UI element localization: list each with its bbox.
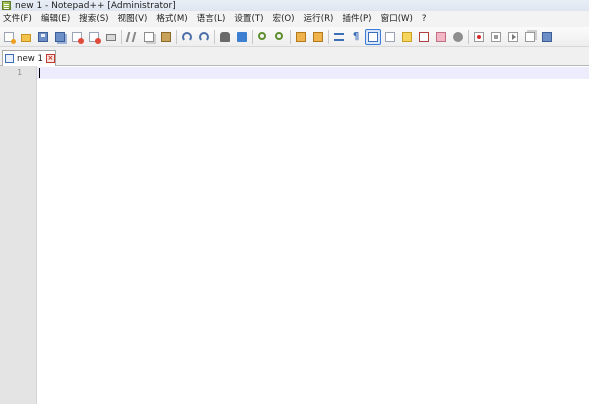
- zoom-in-button[interactable]: [256, 30, 270, 44]
- window-title: new 1 - Notepad++ [Administrator]: [15, 0, 176, 11]
- stop-record-icon: [491, 31, 501, 42]
- open-file-icon: [21, 33, 31, 42]
- word-wrap-button[interactable]: [332, 30, 346, 44]
- record-macro-icon: [474, 31, 484, 42]
- run-macro-multiple-icon: [525, 31, 535, 42]
- paste-button[interactable]: [159, 30, 173, 44]
- close-icon: [72, 31, 84, 44]
- function-list-button[interactable]: [417, 30, 431, 44]
- indent-guide-button[interactable]: [365, 28, 381, 45]
- doc-map-button[interactable]: [400, 30, 414, 44]
- current-line-highlight: [37, 67, 589, 79]
- line-number-gutter: 1: [0, 66, 37, 404]
- user-lang-button[interactable]: [383, 30, 397, 44]
- redo-icon: [199, 31, 209, 42]
- toolbar-separator: [176, 29, 177, 44]
- sync-horizontal-button[interactable]: [311, 30, 325, 44]
- text-caret: [39, 68, 40, 78]
- new-file-button[interactable]: [2, 30, 16, 44]
- redo-button[interactable]: [197, 30, 211, 44]
- close-all-icon: [89, 31, 101, 44]
- toolbar-separator: [214, 29, 215, 44]
- stop-record-button[interactable]: [489, 30, 503, 44]
- toolbar-separator: [121, 29, 122, 44]
- close-all-button[interactable]: [87, 30, 101, 44]
- menu-run[interactable]: 运行(R): [300, 11, 338, 27]
- menu-edit[interactable]: 编辑(E): [37, 11, 74, 27]
- sync-horizontal-icon: [313, 31, 323, 42]
- new-file-icon: [4, 31, 16, 44]
- menu-macro[interactable]: 宏(O): [268, 11, 298, 27]
- record-macro-button[interactable]: [472, 30, 486, 44]
- tab-label: new 1: [17, 53, 43, 64]
- editor-area[interactable]: 1: [0, 66, 589, 404]
- run-macro-multiple-button[interactable]: [523, 30, 537, 44]
- open-file-button[interactable]: [19, 30, 33, 44]
- menu-window[interactable]: 窗口(W): [377, 11, 417, 27]
- folder-workspace-icon: [436, 31, 446, 42]
- folder-workspace-button[interactable]: [434, 30, 448, 44]
- menu-plugins[interactable]: 插件(P): [338, 11, 375, 27]
- indent-guide-icon: [368, 31, 378, 42]
- save-button[interactable]: [36, 30, 50, 44]
- title-bar: new 1 - Notepad++ [Administrator]: [0, 0, 589, 11]
- undo-icon: [182, 31, 192, 42]
- doc-map-icon: [402, 31, 412, 42]
- sync-vertical-icon: [296, 31, 306, 42]
- cut-icon: [125, 31, 137, 42]
- tab-new-1[interactable]: new 1 ×: [2, 50, 56, 66]
- tab-bar: new 1 ×: [0, 47, 589, 66]
- show-all-chars-icon: ¶: [352, 30, 360, 42]
- toolbar-separator: [468, 29, 469, 44]
- cut-button[interactable]: [125, 30, 139, 44]
- toolbar-separator: [328, 29, 329, 44]
- replace-icon: [237, 31, 247, 42]
- menu-search[interactable]: 搜索(S): [75, 11, 112, 27]
- line-number: 1: [17, 68, 22, 77]
- tab-close-icon[interactable]: ×: [45, 54, 55, 63]
- copy-icon: [144, 31, 154, 42]
- close-button[interactable]: [70, 30, 84, 44]
- save-all-icon: [55, 31, 65, 42]
- zoom-in-icon: [258, 31, 266, 40]
- zoom-out-button[interactable]: [273, 30, 287, 44]
- undo-button[interactable]: [180, 30, 194, 44]
- toolbar: ¶: [0, 27, 589, 47]
- replace-button[interactable]: [235, 30, 249, 44]
- paste-icon: [161, 31, 171, 42]
- find-icon: [220, 31, 230, 42]
- save-macro-icon: [542, 31, 552, 42]
- menu-view[interactable]: 视图(V): [114, 11, 152, 27]
- notepad-plus-plus-icon: [2, 1, 11, 10]
- word-wrap-icon: [334, 32, 344, 41]
- menu-file[interactable]: 文件(F): [0, 11, 36, 27]
- toolbar-separator: [252, 29, 253, 44]
- show-all-chars-button[interactable]: ¶: [349, 30, 363, 44]
- monitor-button[interactable]: [451, 30, 465, 44]
- play-macro-button[interactable]: [506, 30, 520, 44]
- menu-format[interactable]: 格式(M): [152, 11, 191, 27]
- user-lang-icon: [385, 31, 395, 42]
- file-icon: [5, 54, 14, 63]
- sync-vertical-button[interactable]: [294, 30, 308, 44]
- menu-bar: 文件(F) 编辑(E) 搜索(S) 视图(V) 格式(M) 语言(L) 设置(T…: [0, 11, 589, 27]
- print-icon: [106, 33, 116, 41]
- find-button[interactable]: [218, 30, 232, 44]
- play-macro-icon: [508, 31, 518, 42]
- menu-settings[interactable]: 设置(T): [230, 11, 267, 27]
- copy-button[interactable]: [142, 30, 156, 44]
- print-button[interactable]: [104, 30, 118, 44]
- monitor-icon: [453, 31, 463, 42]
- menu-help[interactable]: ?: [418, 11, 431, 27]
- toolbar-separator: [290, 29, 291, 44]
- save-macro-button[interactable]: [540, 30, 554, 44]
- function-list-icon: [419, 31, 429, 42]
- zoom-out-icon: [275, 31, 283, 40]
- menu-language[interactable]: 语言(L): [193, 11, 230, 27]
- save-icon: [38, 31, 48, 42]
- save-all-button[interactable]: [53, 30, 67, 44]
